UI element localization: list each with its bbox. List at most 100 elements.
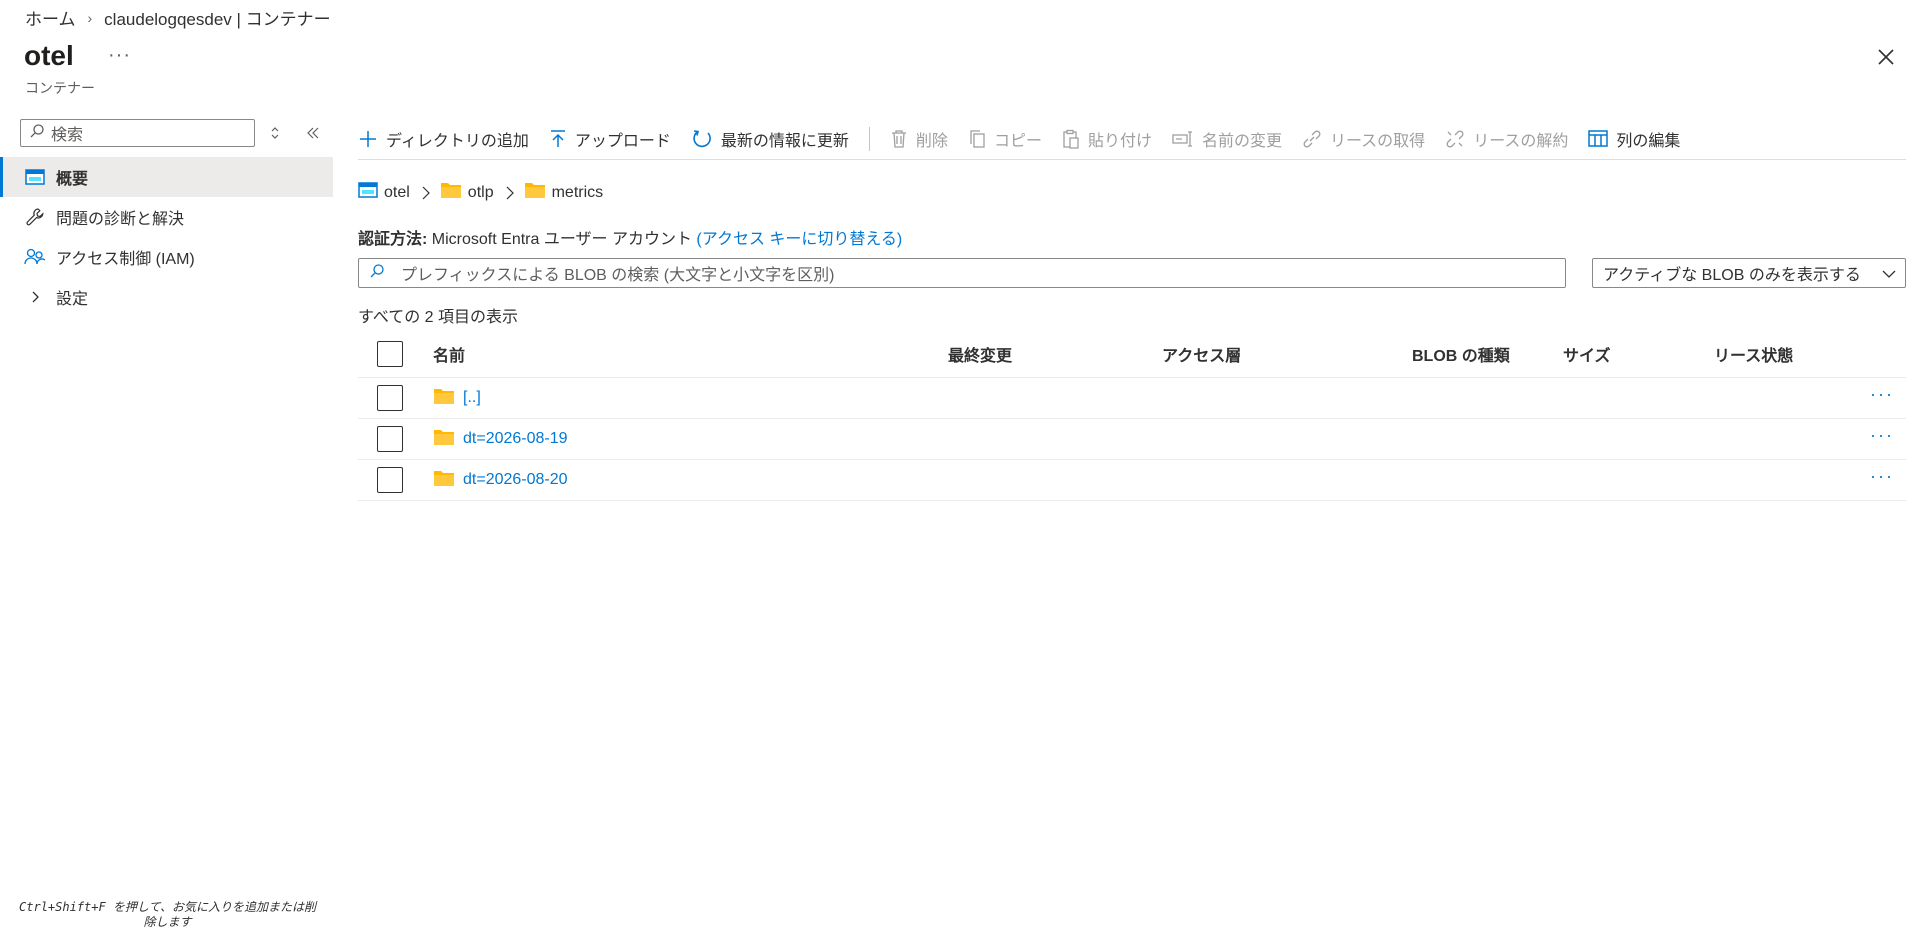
folder-path: otel otlp metrics — [358, 181, 603, 204]
sidebar-item-diagnose[interactable]: 問題の診断と解決 — [0, 197, 333, 237]
auth-method: 認証方法: Microsoft Entra ユーザー アカウント (アクセス キ… — [358, 225, 902, 249]
sort-icon[interactable] — [265, 122, 285, 144]
rename-label: 名前の変更 — [1201, 132, 1282, 150]
column-header-name[interactable]: 名前 — [433, 342, 465, 366]
close-icon[interactable] — [1874, 45, 1898, 69]
column-header-size[interactable]: サイズ — [1563, 342, 1611, 366]
folder-link[interactable]: dt=2026-08-20 — [433, 469, 568, 492]
sidebar-item-label: アクセス制御 (IAM) — [56, 251, 195, 268]
sidebar-search-placeholder: 検索 — [51, 127, 84, 144]
sidebar-item-settings[interactable]: 設定 — [0, 277, 333, 317]
row-checkbox[interactable] — [377, 426, 403, 452]
page-title: otel — [24, 40, 74, 71]
edit-columns-label: 列の編集 — [1616, 132, 1681, 150]
folder-link[interactable]: dt=2026-08-19 — [433, 428, 568, 451]
folder-icon — [433, 469, 455, 492]
copy-button[interactable]: コピー — [968, 127, 1042, 151]
rename-button[interactable]: 名前の変更 — [1172, 127, 1282, 151]
path-container-label: otel — [384, 183, 410, 201]
edit-columns-button[interactable]: 列の編集 — [1588, 127, 1680, 151]
auth-label: 認証方法: — [358, 231, 428, 248]
wrench-icon — [24, 206, 46, 228]
paste-label: 貼り付け — [1087, 132, 1152, 150]
upload-label: アップロード — [574, 132, 671, 150]
refresh-icon — [691, 128, 713, 150]
table-row[interactable]: dt=2026-08-20 ··· — [358, 460, 1906, 501]
copy-label: コピー — [993, 132, 1042, 150]
search-icon — [29, 123, 45, 144]
add-directory-button[interactable]: ディレクトリの追加 — [358, 127, 529, 151]
blob-table: 名前 最終変更 アクセス層 BLOB の種類 サイズ リース状態 [..] ··… — [358, 330, 1906, 501]
upload-button[interactable]: アップロード — [549, 127, 671, 151]
path-folder-label: otlp — [467, 183, 494, 201]
sidebar-item-label: 概要 — [56, 171, 89, 188]
folder-name: [..] — [463, 389, 481, 406]
chevron-right-icon: › — [87, 9, 93, 26]
path-container[interactable]: otel — [358, 181, 410, 204]
folder-name: dt=2026-08-20 — [463, 471, 568, 488]
breadcrumb-home[interactable]: ホーム — [25, 5, 76, 30]
command-bar: ディレクトリの追加 アップロード 最新の情報に更新 削除 コピー 貼り付け 名前… — [358, 124, 1906, 160]
column-header-lease[interactable]: リース状態 — [1714, 342, 1793, 366]
path-folder-metrics[interactable]: metrics — [524, 181, 604, 204]
row-checkbox[interactable] — [377, 467, 403, 493]
sidebar-item-label: 問題の診断と解決 — [56, 211, 185, 228]
blob-search-placeholder: プレフィックスによる BLOB の検索 (大文字と小文字を区別) — [401, 267, 835, 284]
sidebar-item-iam[interactable]: アクセス制御 (IAM) — [0, 237, 333, 277]
folder-name: dt=2026-08-19 — [463, 430, 568, 447]
add-directory-label: ディレクトリの追加 — [386, 132, 529, 150]
trash-icon — [890, 129, 908, 149]
collapse-sidebar-icon[interactable] — [303, 122, 323, 144]
upload-icon — [549, 129, 567, 149]
acquire-lease-label: リースの取得 — [1329, 132, 1426, 150]
blob-search-input[interactable]: プレフィックスによる BLOB の検索 (大文字と小文字を区別) — [358, 258, 1566, 288]
favorites-hint: Ctrl+Shift+F を押して、お気に入りを追加または削除します — [19, 900, 316, 929]
path-folder-otlp[interactable]: otlp — [440, 181, 494, 204]
page-subtitle: コンテナー — [25, 80, 95, 96]
break-lease-button[interactable]: リースの解約 — [1445, 127, 1568, 151]
folder-link[interactable]: [..] — [433, 387, 481, 410]
refresh-button[interactable]: 最新の情報に更新 — [691, 127, 849, 151]
broken-link-icon — [1445, 129, 1465, 149]
delete-label: 削除 — [915, 132, 948, 150]
path-folder-label: metrics — [551, 183, 604, 201]
delete-button[interactable]: 削除 — [890, 127, 948, 151]
table-row[interactable]: [..] ··· — [358, 378, 1906, 419]
blob-filter-value: アクティブな BLOB のみを表示する — [1603, 267, 1861, 284]
toolbar-divider — [868, 126, 870, 151]
select-all-checkbox[interactable] — [377, 340, 403, 367]
people-icon — [24, 246, 46, 268]
chevron-right-icon — [421, 185, 431, 201]
acquire-lease-button[interactable]: リースの取得 — [1302, 127, 1425, 151]
column-header-modified[interactable]: 最終変更 — [948, 342, 1012, 366]
sidebar-item-label: 設定 — [56, 291, 89, 308]
chevron-down-icon — [1881, 267, 1897, 285]
columns-icon — [1588, 129, 1609, 149]
item-count: すべての 2 項目の表示 — [358, 309, 519, 326]
row-more-button[interactable]: ··· — [1870, 384, 1894, 405]
sidebar-item-overview[interactable]: 概要 — [0, 157, 333, 197]
folder-icon — [433, 387, 455, 410]
column-header-tier[interactable]: アクセス層 — [1162, 342, 1241, 366]
search-icon — [369, 263, 385, 284]
sidebar-nav: 概要 問題の診断と解決 アクセス制御 (IAM) 設定 — [0, 157, 333, 317]
breadcrumb-account[interactable]: claudelogqesdev | コンテナー — [104, 5, 330, 30]
copy-icon — [968, 129, 986, 149]
switch-to-access-key-link[interactable]: (アクセス キーに切り替える) — [696, 231, 902, 248]
auth-value: Microsoft Entra ユーザー アカウント — [431, 231, 692, 248]
row-more-button[interactable]: ··· — [1870, 425, 1894, 446]
blob-filter-dropdown[interactable]: アクティブな BLOB のみを表示する — [1592, 258, 1906, 288]
more-options-button[interactable]: ··· — [108, 44, 131, 67]
paste-button[interactable]: 貼り付け — [1062, 127, 1152, 151]
chevron-right-icon — [24, 286, 46, 308]
sidebar-search-input[interactable]: 検索 — [20, 119, 255, 147]
column-header-blob-type[interactable]: BLOB の種類 — [1412, 342, 1510, 366]
break-lease-label: リースの解約 — [1473, 132, 1569, 150]
refresh-label: 最新の情報に更新 — [720, 132, 849, 150]
rename-icon — [1172, 130, 1194, 148]
table-row[interactable]: dt=2026-08-19 ··· — [358, 419, 1906, 460]
row-more-button[interactable]: ··· — [1870, 466, 1894, 487]
chevron-right-icon — [505, 185, 515, 201]
paste-icon — [1062, 129, 1080, 149]
row-checkbox[interactable] — [377, 385, 403, 411]
